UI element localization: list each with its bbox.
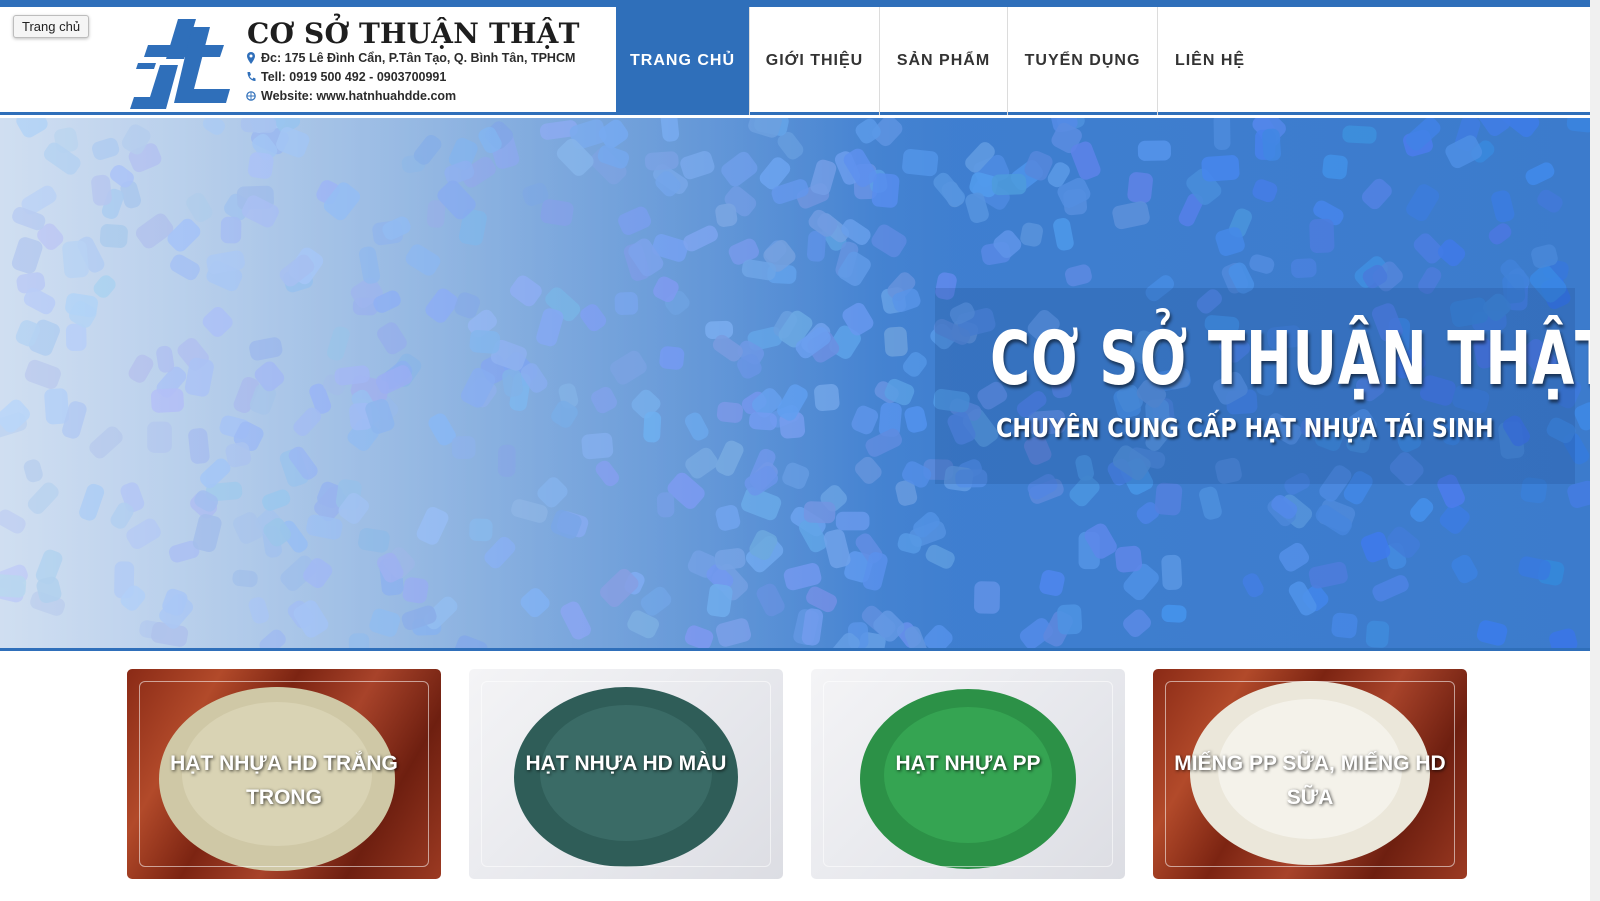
product-label: HẠT NHỰA HD TRẮNG TRONG xyxy=(170,752,398,809)
location-pin-icon xyxy=(247,52,255,64)
nav-item-products[interactable]: SẢN PHẨM xyxy=(880,7,1008,115)
site-header: CƠ SỞ THUẬN THẬT Đc: 175 Lê Đình Cẩn, P.… xyxy=(0,7,1600,115)
home-tooltip: Trang chủ xyxy=(13,15,90,38)
hero-title: CƠ SỞ THUẬN THẬT xyxy=(990,316,1600,402)
website-line: Website: www.hatnhuahdde.com xyxy=(246,89,456,103)
logo-icon[interactable] xyxy=(126,15,236,113)
hero-bottom-border xyxy=(0,648,1600,651)
top-accent-strip xyxy=(0,0,1600,7)
product-card[interactable]: HẠT NHỰA PP xyxy=(811,669,1125,879)
page-scrollbar[interactable] xyxy=(1590,0,1600,901)
nav-item-careers[interactable]: TUYỂN DỤNG xyxy=(1008,7,1158,115)
nav-item-about[interactable]: GIỚI THIỆU xyxy=(750,7,880,115)
hero-subtitle: CHUYÊN CUNG CẤP HẠT NHỰA TÁI SINH xyxy=(996,414,1494,444)
address-text: Đc: 175 Lê Đình Cẩn, P.Tân Tạo, Q. Bình … xyxy=(261,51,576,65)
product-card[interactable]: HẠT NHỰA HD TRẮNG TRONG xyxy=(127,669,441,879)
nav-item-contact[interactable]: LIÊN HỆ xyxy=(1158,7,1262,115)
globe-icon xyxy=(246,91,256,101)
product-grid: HẠT NHỰA HD TRẮNG TRONG HẠT NHỰA HD MÀU … xyxy=(0,669,1600,881)
brand-name: CƠ SỞ THUẬN THẬT xyxy=(247,17,580,50)
phone-text: Tell: 0919 500 492 - 0903700991 xyxy=(261,70,447,84)
website-text[interactable]: Website: www.hatnhuahdde.com xyxy=(261,89,456,103)
address-line: Đc: 175 Lê Đình Cẩn, P.Tân Tạo, Q. Bình … xyxy=(246,51,575,65)
hero-banner[interactable]: CƠ SỞ THUẬN THẬT CHUYÊN CUNG CẤP HẠT NHỰ… xyxy=(0,118,1600,650)
product-label: MIẾNG PP SỮA, MIẾNG HD SỮA xyxy=(1174,752,1446,809)
phone-icon xyxy=(247,72,256,81)
product-label: HẠT NHỰA HD MÀU xyxy=(525,752,727,775)
main-nav: TRANG CHỦ GIỚI THIỆU SẢN PHẨM TUYỂN DỤNG… xyxy=(616,7,1262,115)
product-card[interactable]: MIẾNG PP SỮA, MIẾNG HD SỮA xyxy=(1153,669,1467,879)
phone-line: Tell: 0919 500 492 - 0903700991 xyxy=(246,70,446,84)
product-label: HẠT NHỰA PP xyxy=(895,752,1041,775)
page: CƠ SỞ THUẬN THẬT Đc: 175 Lê Đình Cẩn, P.… xyxy=(0,0,1600,901)
nav-item-home[interactable]: TRANG CHỦ xyxy=(616,7,750,115)
product-card[interactable]: HẠT NHỰA HD MÀU xyxy=(469,669,783,879)
